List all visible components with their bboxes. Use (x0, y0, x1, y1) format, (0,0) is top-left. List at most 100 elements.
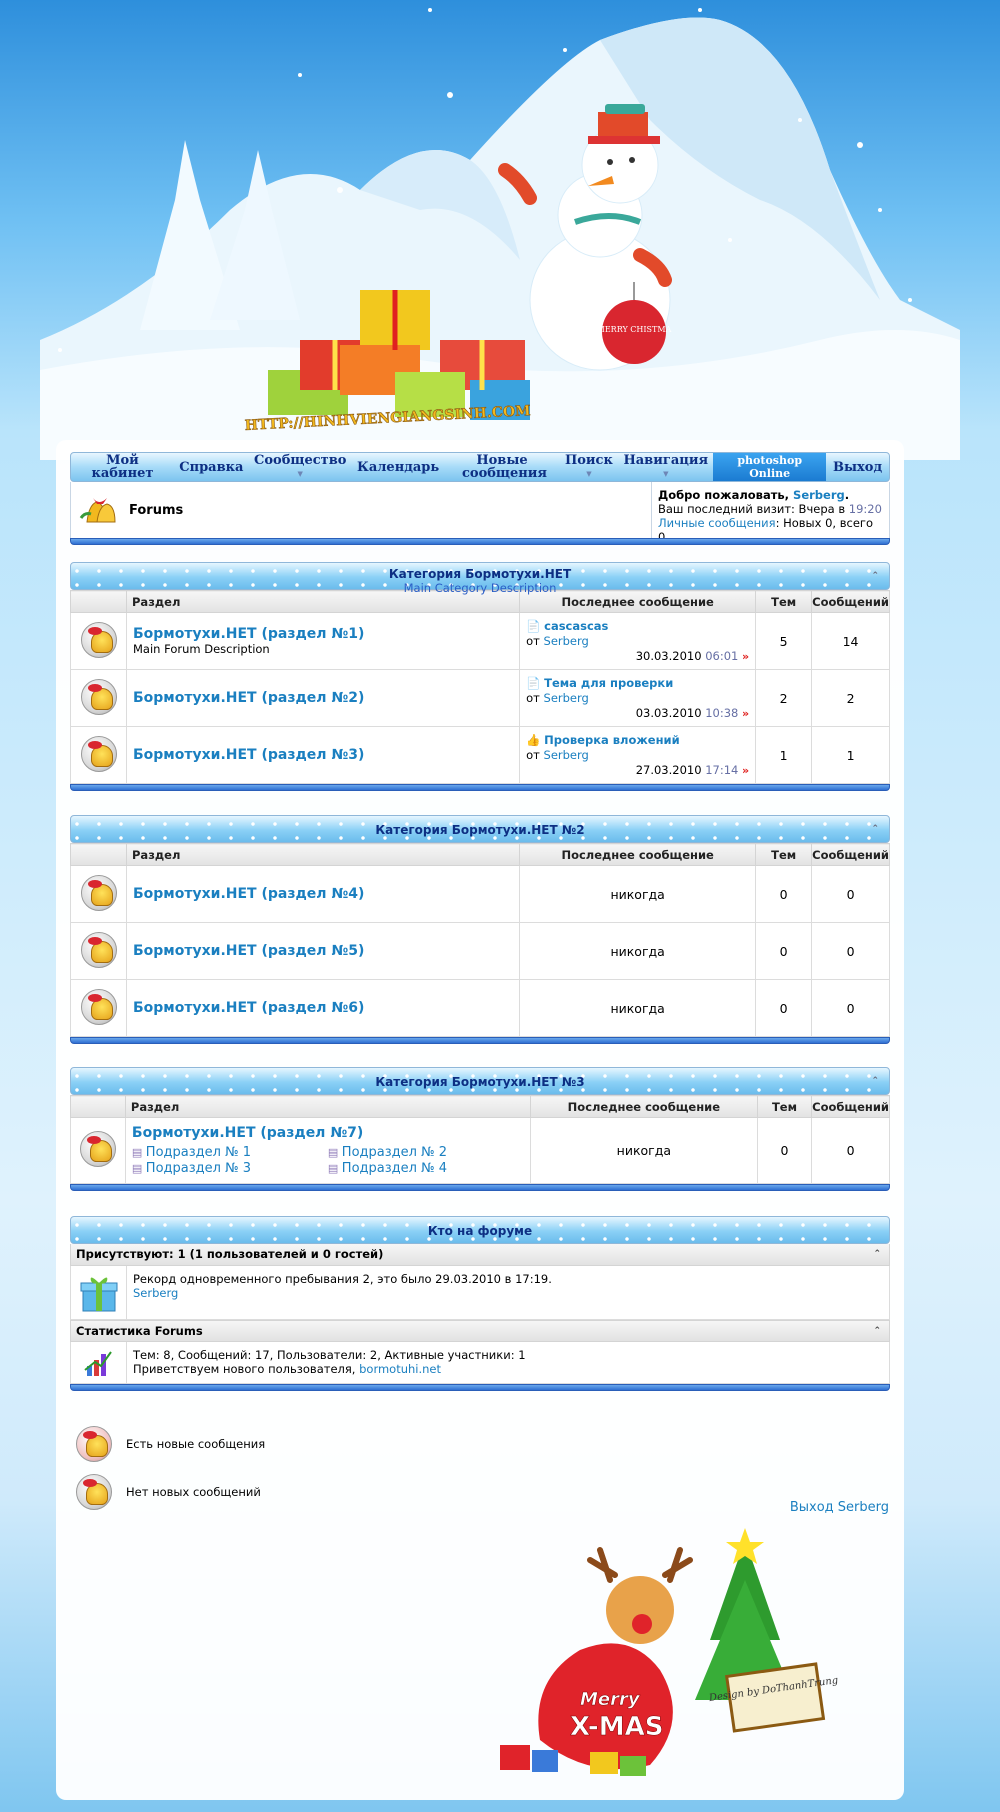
posts-column-header: Сообщений (811, 843, 890, 866)
chevron-down-icon: ▼ (663, 469, 669, 478)
category-title: Категория Бормотухи.НЕТ №2 (375, 823, 585, 837)
thread-doc-icon: 📄 (526, 618, 541, 633)
forum-name-link[interactable]: Бормотухи.НЕТ (раздел №6) (133, 1000, 364, 1016)
online-title: Кто на форуме (427, 1224, 533, 1238)
subforum-link[interactable]: Подраздел № 1 (132, 1145, 328, 1161)
forum-name-link[interactable]: Бормотухи.НЕТ (раздел №1) (133, 626, 364, 642)
nav-photoshop-online[interactable]: photoshop Online (713, 453, 827, 481)
threads-count: 2 (755, 669, 813, 727)
collapse-icon[interactable]: ⌃ (871, 1074, 879, 1088)
forum-name-link[interactable]: Бормотухи.НЕТ (раздел №7) (132, 1125, 363, 1141)
nav-calendar-label: Календарь (357, 459, 440, 475)
nav-navigation[interactable]: Навигация ▼ (618, 453, 713, 481)
forum-status-bell-icon (80, 621, 117, 658)
nav-help[interactable]: Справка (174, 453, 249, 481)
category-title: Категория Бормотухи.НЕТ №3 (375, 1075, 585, 1089)
threads-count: 1 (755, 726, 813, 784)
welcome-text: Добро пожаловать, (658, 488, 794, 502)
forum-title-area: Forums (71, 482, 651, 539)
category-description: Main Category Description (403, 581, 557, 595)
posts-count: 0 (811, 922, 890, 980)
subforum-link[interactable]: Подраздел № 3 (132, 1161, 328, 1177)
posts-count: 0 (811, 865, 890, 923)
forum-name-link[interactable]: Бормотухи.НЕТ (раздел №2) (133, 690, 364, 706)
last-post-time: 10:38 (705, 705, 739, 720)
forum-name-link[interactable]: Бормотухи.НЕТ (раздел №4) (133, 886, 364, 902)
forum-status-bell-icon (80, 988, 117, 1025)
logout-link[interactable]: Выход Serberg (790, 1500, 889, 1515)
last-post-column-header: Последнее сообщение (519, 843, 757, 866)
collapse-icon[interactable]: ⌃ (871, 822, 879, 836)
gift-box-icon (71, 1266, 127, 1319)
last-post-never: никогда (519, 865, 757, 923)
forum-description: Main Forum Description (133, 642, 270, 656)
chevron-down-icon: ▼ (297, 469, 303, 478)
last-post-never: никогда (519, 922, 757, 980)
nav-my-account-label: Мой кабинет (91, 453, 154, 481)
go-to-last-post-icon[interactable]: » (742, 707, 749, 720)
category-title: Категория Бормотухи.НЕТ (388, 567, 572, 581)
stats-strip[interactable]: Статистика Forums ⌃ (70, 1320, 890, 1342)
category-title-bar[interactable]: Категория Бормотухи.НЕТ №3 ⌃ (70, 1067, 890, 1095)
threads-column-header: Тем (756, 1095, 813, 1118)
nav-navigation-label: Навигация (623, 453, 709, 468)
last-post-user-link[interactable]: Serberg (544, 748, 589, 762)
private-messages-link[interactable]: Личные сообщения (658, 516, 776, 530)
go-to-last-post-icon[interactable]: » (742, 650, 749, 663)
table-row: Бормотухи.НЕТ (раздел №4) никогда 0 0 (70, 865, 890, 923)
last-post-time: 06:01 (705, 648, 739, 663)
username-link[interactable]: Serberg (793, 488, 845, 502)
posts-column-header: Сообщений (811, 1095, 890, 1118)
nav-help-label: Справка (179, 459, 244, 475)
forum-header: Forums Добро пожаловать, Serberg. Ваш по… (70, 482, 890, 544)
forum-name-link[interactable]: Бормотухи.НЕТ (раздел №3) (133, 747, 364, 763)
forum-name-link[interactable]: Бормотухи.НЕТ (раздел №5) (133, 943, 364, 959)
forum-table: Раздел Последнее сообщение Тем Сообщений… (70, 843, 890, 1037)
forum-status-bell-icon (80, 678, 117, 715)
last-post-thread-link[interactable]: cascascas (544, 619, 608, 633)
merry-text: Merry (580, 1689, 641, 1710)
last-post-thread-link[interactable]: Проверка вложений (544, 733, 680, 747)
nav-photoshop-online-label: photoshop Online (737, 454, 803, 480)
collapse-icon[interactable]: ⌃ (871, 569, 879, 583)
stats-title: Статистика Forums (76, 1324, 203, 1338)
nav-new-posts[interactable]: Новые сообщения (445, 453, 560, 481)
last-post-user-link[interactable]: Serberg (544, 691, 589, 705)
last-post-thread-link[interactable]: Тема для проверки (544, 676, 673, 690)
subforum-link[interactable]: Подраздел № 2 (328, 1145, 524, 1161)
new-user-link[interactable]: bormotuhi.net (359, 1362, 441, 1376)
last-visit-time: 19:20 (848, 502, 882, 516)
last-post-user-link[interactable]: Serberg (544, 634, 589, 648)
welcome-suffix: . (844, 488, 850, 502)
forum-table: Раздел Последнее сообщение Тем Сообщений… (70, 590, 890, 784)
collapse-icon[interactable]: ⌃ (873, 1244, 881, 1265)
thumbs-up-icon: 👍 (526, 732, 541, 747)
nav-logout[interactable]: Выход (826, 453, 889, 481)
nav-calendar[interactable]: Календарь (352, 453, 445, 481)
nav-my-account[interactable]: Мой кабинет (71, 453, 174, 481)
nav-community[interactable]: Сообщество ▼ (249, 453, 352, 481)
category-title-bar[interactable]: Категория Бормотухи.НЕТ Main Category De… (70, 562, 890, 595)
last-post-never: никогда (529, 1117, 758, 1184)
whos-online-block: Кто на форуме Присутствуют: 1 (1 пользов… (70, 1216, 890, 1391)
category-block-1: Категория Бормотухи.НЕТ Main Category De… (70, 562, 890, 791)
stats-text: Тем: 8, Сообщений: 17, Пользователи: 2, … (133, 1348, 526, 1362)
online-user-link[interactable]: Serberg (133, 1286, 178, 1300)
nav-community-label: Сообщество (254, 453, 347, 468)
table-row: Бормотухи.НЕТ (раздел №3) 👍 Проверка вло… (70, 726, 890, 784)
online-present-strip[interactable]: Присутствуют: 1 (1 пользователей и 0 гос… (70, 1244, 890, 1266)
forum-status-bell-icon (80, 874, 117, 911)
nav-search[interactable]: Поиск ▼ (559, 453, 618, 481)
threads-count: 0 (756, 1117, 813, 1184)
collapse-icon[interactable]: ⌃ (873, 1321, 881, 1342)
nav-search-label: Поиск (564, 453, 613, 468)
thread-doc-icon: 📄 (526, 675, 541, 690)
category-title-bar[interactable]: Категория Бормотухи.НЕТ №2 ⌃ (70, 815, 890, 843)
no-new-posts-bell-icon (76, 1474, 112, 1510)
main-navbar: Мой кабинет Справка Сообщество ▼ Календар… (70, 452, 890, 482)
go-to-last-post-icon[interactable]: » (742, 764, 749, 777)
table-row: Бормотухи.НЕТ (раздел №5) никогда 0 0 (70, 922, 890, 980)
stats-chart-icon (71, 1342, 127, 1383)
online-title-bar: Кто на форуме (70, 1216, 890, 1244)
subforum-link[interactable]: Подраздел № 4 (328, 1161, 524, 1177)
